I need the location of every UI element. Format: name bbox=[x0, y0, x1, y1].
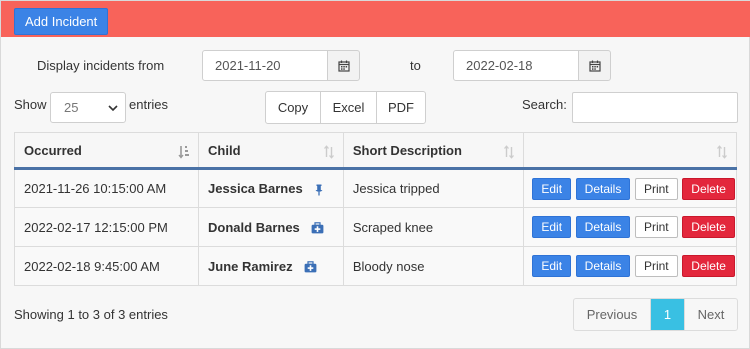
medkit-icon bbox=[304, 261, 317, 273]
details-button[interactable]: Details bbox=[575, 255, 631, 277]
top-toolbar: Add Incident bbox=[1, 1, 750, 37]
child-cell: June Ramirez bbox=[198, 246, 344, 286]
print-button[interactable]: Print bbox=[634, 255, 678, 277]
print-button[interactable]: Print bbox=[634, 216, 678, 238]
child-cell: Donald Barnes bbox=[198, 207, 344, 247]
occurred-cell: 2022-02-17 12:15:00 PM bbox=[13, 207, 200, 247]
to-date-input[interactable]: 2022-02-18 bbox=[453, 50, 579, 81]
to-calendar-button[interactable] bbox=[578, 50, 611, 81]
pin-icon bbox=[315, 184, 323, 196]
occurred-cell: 2022-02-18 9:45:00 AM bbox=[13, 246, 200, 286]
entries-select[interactable]: 25 bbox=[50, 92, 126, 123]
header-child-label: Child bbox=[208, 142, 241, 158]
table-header-row: Occurred Child Short Description bbox=[13, 132, 737, 170]
actions-cell: Edit Details Print Delete bbox=[523, 207, 737, 247]
occurred-cell: 2021-11-26 10:15:00 AM bbox=[13, 168, 200, 208]
previous-page-button[interactable]: Previous bbox=[574, 299, 651, 330]
delete-button[interactable]: Delete bbox=[682, 177, 735, 200]
chevron-down-icon bbox=[108, 105, 118, 112]
edit-button[interactable]: Edit bbox=[532, 216, 572, 238]
from-calendar-button[interactable] bbox=[327, 50, 360, 81]
delete-button[interactable]: Delete bbox=[682, 255, 735, 277]
show-label: Show bbox=[14, 97, 47, 112]
to-label: to bbox=[410, 58, 421, 73]
entries-label: entries bbox=[129, 97, 169, 112]
details-button[interactable]: Details bbox=[575, 216, 631, 238]
table-row: 2021-11-26 10:15:00 AM Jessica Barnes Je… bbox=[13, 168, 737, 208]
table-row: 2022-02-18 9:45:00 AM June Ramirez Blood… bbox=[13, 246, 737, 286]
sort-asc-icon bbox=[178, 146, 190, 159]
description-cell: Jessica tripped bbox=[342, 168, 525, 208]
medkit-icon bbox=[312, 222, 324, 234]
actions-cell: Edit Details Print Delete bbox=[523, 168, 737, 208]
calendar-icon bbox=[588, 60, 601, 72]
excel-button[interactable]: Excel bbox=[321, 92, 377, 123]
header-short-description[interactable]: Short Description bbox=[342, 132, 525, 170]
search-input[interactable] bbox=[572, 92, 738, 123]
entries-select-value: 25 bbox=[64, 100, 79, 115]
description-cell: Scraped knee bbox=[342, 207, 525, 247]
incidents-panel: Add Incident Display incidents from 2021… bbox=[0, 0, 750, 349]
header-short-description-label: Short Description bbox=[352, 142, 462, 158]
sort-icon bbox=[504, 145, 515, 159]
header-occurred[interactable]: Occurred bbox=[13, 132, 200, 170]
page-1-button[interactable]: 1 bbox=[651, 299, 684, 330]
pagination: Previous 1 Next bbox=[573, 298, 738, 331]
header-occurred-label: Occurred bbox=[24, 142, 82, 158]
calendar-icon bbox=[337, 60, 350, 72]
child-name: June Ramirez bbox=[208, 258, 293, 274]
display-from-label: Display incidents from bbox=[37, 58, 165, 73]
copy-button[interactable]: Copy bbox=[266, 92, 321, 123]
edit-button[interactable]: Edit bbox=[532, 177, 572, 200]
header-actions[interactable] bbox=[523, 132, 737, 170]
details-button[interactable]: Details bbox=[575, 177, 631, 200]
header-child[interactable]: Child bbox=[198, 132, 344, 170]
print-button[interactable]: Print bbox=[634, 177, 678, 200]
table-row: 2022-02-17 12:15:00 PM Donald Barnes Scr… bbox=[13, 207, 737, 247]
table-info: Showing 1 to 3 of 3 entries bbox=[14, 307, 168, 322]
pdf-button[interactable]: PDF bbox=[377, 92, 425, 123]
sort-icon bbox=[717, 145, 727, 159]
search-label: Search: bbox=[522, 97, 567, 112]
export-button-group: Copy Excel PDF bbox=[265, 91, 426, 124]
delete-button[interactable]: Delete bbox=[682, 216, 735, 238]
description-cell: Bloody nose bbox=[342, 246, 525, 286]
sort-icon bbox=[323, 145, 334, 159]
incidents-table: Occurred Child Short Description 2021-11… bbox=[13, 132, 737, 286]
next-page-button[interactable]: Next bbox=[684, 299, 737, 330]
child-cell: Jessica Barnes bbox=[198, 168, 344, 208]
child-name: Jessica Barnes bbox=[208, 181, 303, 196]
from-date-input[interactable]: 2021-11-20 bbox=[202, 50, 328, 81]
add-incident-button[interactable]: Add Incident bbox=[14, 8, 109, 35]
child-name: Donald Barnes bbox=[208, 219, 300, 235]
actions-cell: Edit Details Print Delete bbox=[523, 246, 737, 286]
edit-button[interactable]: Edit bbox=[532, 255, 572, 277]
